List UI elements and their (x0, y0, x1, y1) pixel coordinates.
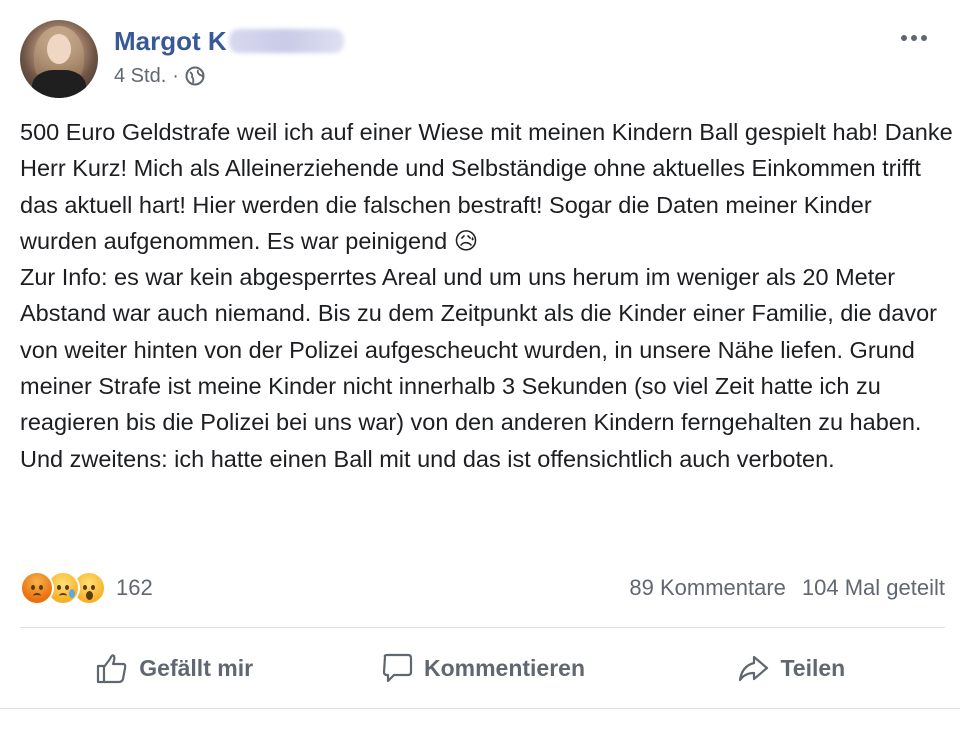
bottom-divider (0, 708, 960, 709)
share-button[interactable]: Teilen (637, 643, 945, 693)
post-header: Margot K 4 Std. · (20, 20, 940, 100)
comment-button[interactable]: Kommentieren (328, 643, 636, 693)
globe-icon[interactable] (185, 66, 205, 86)
post-actions: Gefällt mir Kommentieren Teilen (20, 640, 945, 696)
angry-reaction-icon (20, 571, 54, 605)
reactions-summary: 162 89 Kommentare 104 Mal geteilt (20, 568, 945, 608)
avatar-body (32, 70, 86, 98)
post-meta: 4 Std. · (114, 64, 205, 88)
comment-count-link[interactable]: 89 Kommentare (629, 575, 786, 601)
avatar[interactable] (20, 20, 98, 98)
share-icon (739, 655, 769, 682)
comment-button-label: Kommentieren (423, 654, 586, 681)
thumbs-up-icon (97, 654, 127, 684)
comment-icon (382, 653, 413, 683)
author-name[interactable]: Margot K (114, 26, 227, 57)
name-redaction-blur (228, 29, 344, 53)
post-body-text: 500 Euro Geldstrafe weil ich auf einer W… (20, 119, 953, 472)
like-button-label: Gefällt mir (139, 654, 254, 681)
engagement-counts: 89 Kommentare 104 Mal geteilt (629, 575, 945, 601)
share-count-link[interactable]: 104 Mal geteilt (802, 575, 945, 601)
share-button-label: Teilen (780, 654, 846, 681)
like-button[interactable]: Gefällt mir (20, 643, 328, 693)
author-row: Margot K (114, 24, 344, 58)
avatar-face (47, 34, 71, 64)
more-options-icon[interactable] (896, 28, 932, 48)
divider (20, 627, 945, 628)
post-timestamp[interactable]: 4 Std. (114, 65, 166, 88)
meta-separator: · (172, 64, 179, 87)
reactions-button[interactable]: 162 (20, 571, 153, 605)
reaction-count[interactable]: 162 (116, 575, 153, 601)
facebook-post: Margot K 4 Std. · 500 Euro Geldstrafe we… (0, 0, 960, 737)
